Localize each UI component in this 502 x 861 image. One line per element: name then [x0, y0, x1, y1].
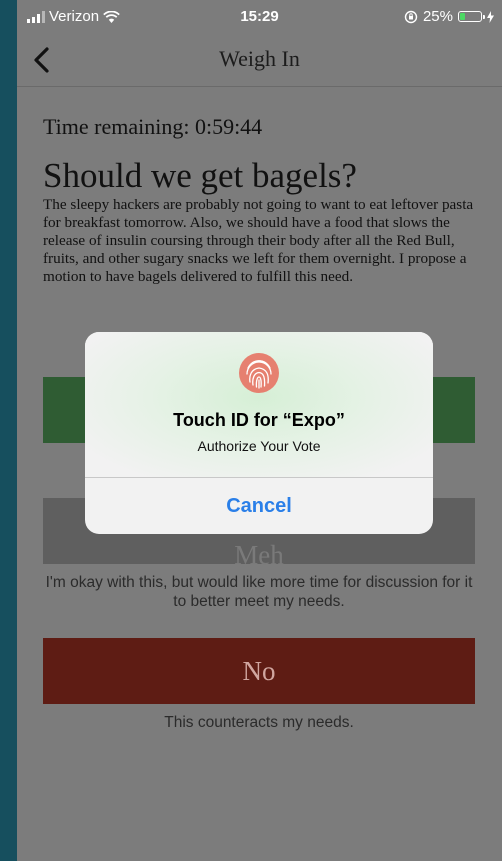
- battery-percentage: 25%: [422, 8, 453, 25]
- status-right: 25%: [404, 8, 494, 25]
- nav-title: Weigh In: [219, 46, 300, 71]
- charging-icon: [487, 10, 494, 23]
- vote-meh-description: I'm okay with this, but would like more …: [45, 574, 473, 610]
- battery-level: [460, 13, 465, 20]
- vote-no-button[interactable]: No: [43, 638, 475, 704]
- alert-message: Authorize Your Vote: [197, 438, 321, 454]
- question-body: The sleepy hackers are probably not goin…: [43, 196, 474, 285]
- orientation-lock-icon: [404, 10, 418, 23]
- question-title: Should we get bagels?: [43, 156, 357, 195]
- time-remaining: Time remaining: 0:59:44: [43, 114, 263, 139]
- alert-title: Touch ID for “Expo”: [173, 410, 345, 430]
- cancel-button[interactable]: Cancel: [85, 478, 433, 534]
- battery-icon: [458, 11, 485, 22]
- status-bar: Verizon 15:29 25%: [17, 0, 502, 34]
- fingerprint-icon: [239, 353, 279, 393]
- touch-id-alert: Touch ID for “Expo” Authorize Your Vote …: [85, 332, 433, 534]
- vote-no-label: No: [242, 655, 276, 686]
- vote-meh-label: Meh: [234, 539, 284, 570]
- vote-no-description: This counteracts my needs.: [164, 714, 354, 731]
- phone-screen: Verizon 15:29 25% Weigh In Time remainin…: [17, 0, 502, 861]
- nav-bar: Weigh In: [17, 34, 502, 87]
